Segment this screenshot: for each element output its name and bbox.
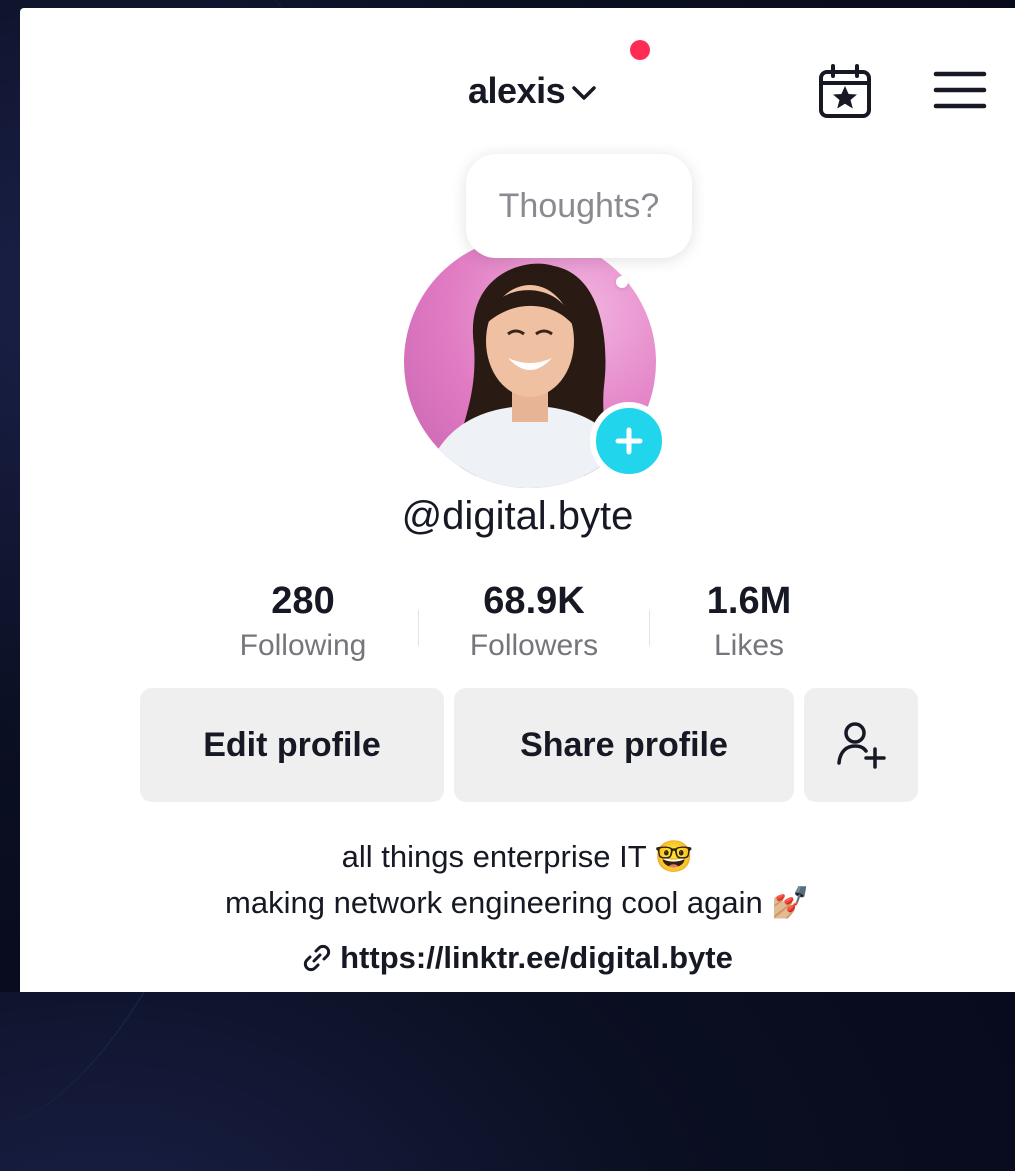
- calendar-star-button[interactable]: [816, 62, 874, 120]
- add-story-button[interactable]: [590, 402, 668, 480]
- note-bubble-tail: [633, 258, 651, 276]
- stat-label: Followers: [469, 629, 599, 662]
- plus-icon: [615, 427, 643, 455]
- stat-value: 68.9K: [483, 580, 585, 622]
- link-icon: [303, 944, 331, 972]
- bio-link-text: https://linktr.ee/digital.byte: [340, 940, 733, 975]
- add-user-icon: [837, 722, 886, 769]
- stats-row: 280 Following 68.9K Followers 1.6M Likes: [188, 580, 848, 663]
- chevron-down-icon: [572, 86, 596, 100]
- bio-link[interactable]: https://linktr.ee/digital.byte: [20, 940, 1015, 976]
- account-switcher[interactable]: alexis: [468, 70, 597, 112]
- bio-line: all things enterprise IT 🤓: [341, 839, 694, 874]
- note-bubble-text: Thoughts?: [498, 186, 660, 225]
- calendar-star-icon: [819, 64, 871, 118]
- stat-likes[interactable]: 1.6M Likes: [650, 580, 848, 663]
- notification-dot: [630, 40, 650, 60]
- stat-label: Likes: [713, 629, 785, 662]
- username: alexis: [468, 70, 566, 111]
- menu-icon: [933, 71, 987, 109]
- note-bubble[interactable]: Thoughts?: [466, 154, 692, 258]
- profile-handle: @digital.byte: [401, 494, 634, 538]
- stat-label: Following: [239, 629, 367, 662]
- stat-followers[interactable]: 68.9K Followers: [419, 580, 649, 663]
- note-bubble-tail-dot: [616, 276, 628, 288]
- bio-line: making network engineering cool again 💅🏼: [225, 885, 810, 920]
- share-profile-button[interactable]: Share profile: [454, 688, 794, 802]
- stat-value: 280: [271, 580, 335, 622]
- stat-following[interactable]: 280 Following: [188, 580, 418, 663]
- edit-profile-button[interactable]: Edit profile: [140, 688, 444, 802]
- profile-card: alexis Thoughts? @digital.byte 280 Follo…: [20, 8, 1015, 992]
- add-friends-button[interactable]: [804, 688, 918, 802]
- menu-button[interactable]: [932, 66, 988, 114]
- stat-value: 1.6M: [706, 580, 792, 622]
